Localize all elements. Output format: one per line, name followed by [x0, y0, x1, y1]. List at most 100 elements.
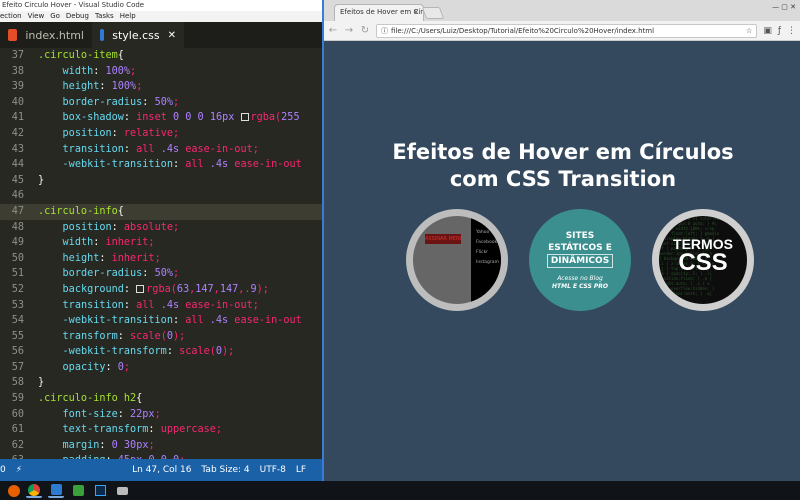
code-line[interactable]: 61 text-transform: uppercase; — [0, 422, 322, 438]
code-line[interactable]: 57 opacity: 0; — [0, 360, 322, 376]
code-text: } — [38, 174, 45, 186]
code-line[interactable]: 42 position: relative; — [0, 126, 322, 142]
line-number: 46 — [11, 190, 24, 202]
code-text: } — [38, 377, 45, 389]
browser-tab-bar: Efeitos de Hover em Círc × — ▢ ✕ — [324, 0, 800, 21]
function-icon[interactable]: ƒ — [778, 26, 781, 36]
code-line[interactable]: 52 background: rgba(63,147,147,.9); — [0, 282, 322, 298]
code-line[interactable]: 59 .circulo-info h2{ — [0, 391, 322, 407]
code-line[interactable]: 49 width: inherit; — [0, 235, 322, 251]
url-text: file:///C:/Users/Luiz/Desktop/Tutorial/E… — [391, 26, 655, 35]
code-line[interactable]: 53 transition: all .4s ease-in-out; — [0, 298, 322, 314]
code-text: border-radius: 50%; — [62, 96, 180, 108]
forward-icon[interactable]: → — [344, 25, 354, 36]
vscode-icon[interactable] — [48, 484, 64, 498]
circle-item-info-hover[interactable]: SITES ESTÁTICOS E DINÂMICOS Acesse no Bl… — [529, 209, 631, 311]
tab-label: style.css — [112, 28, 160, 42]
code-text: opacity: 0; — [62, 361, 131, 373]
circle-subtitle-2[interactable]: HTML E CSS PRO — [529, 283, 631, 290]
line-number: 40 — [11, 96, 24, 108]
status-errors[interactable]: 0 — [0, 465, 6, 475]
page-content: Efeitos de Hover em Círculos com CSS Tra… — [324, 41, 800, 481]
line-number: 52 — [11, 283, 24, 295]
back-icon[interactable]: ← — [328, 25, 338, 36]
code-line[interactable]: 47 .circulo-info{ — [0, 203, 322, 220]
line-number: 62 — [11, 439, 24, 451]
sync-icon[interactable]: ⚡ — [16, 465, 22, 475]
code-line[interactable]: 51 border-radius: 50%; — [0, 266, 322, 282]
browser-tab-title: Efeitos de Hover em Círc — [340, 8, 424, 16]
code-text: position: relative; — [62, 127, 180, 139]
menu-selection[interactable]: ection — [0, 11, 22, 22]
close-icon[interactable]: ✕ — [168, 30, 176, 41]
chrome-icon[interactable] — [26, 483, 42, 498]
taskbar — [0, 481, 800, 500]
browser-tab[interactable]: Efeitos de Hover em Círc × — [334, 4, 424, 21]
extension-icon[interactable]: ▣ — [763, 26, 772, 36]
code-text: position: absolute; — [62, 221, 180, 233]
page-title-line1: Efeitos de Hover em Círculos — [392, 140, 734, 164]
status-cursor-position[interactable]: Ln 47, Col 16 — [132, 465, 191, 475]
code-line[interactable]: 37 .circulo-item{ — [0, 48, 322, 64]
window-title: Efeito Circulo Hover - Visual Studio Cod… — [0, 0, 322, 11]
status-bar: 0 ⚡ Ln 47, Col 16 Tab Size: 4 UTF-8 LF — [0, 459, 322, 481]
status-encoding[interactable]: UTF-8 — [260, 465, 286, 475]
menu-debug[interactable]: Debug — [66, 11, 89, 22]
code-line[interactable]: 44 -webkit-transition: all .4s ease-in-o… — [0, 157, 322, 173]
link-item[interactable]: Flickr — [476, 248, 499, 258]
circle-item-menu[interactable]: ASSINAR MENU Yahoo Facebook Flickr Insta… — [406, 209, 508, 311]
new-tab-button[interactable] — [421, 7, 445, 19]
line-number: 47 — [11, 205, 24, 217]
close-tab-icon[interactable]: × — [413, 5, 419, 20]
firefox-icon[interactable] — [8, 484, 20, 497]
code-editor[interactable]: 37 .circulo-item{38 width: 100%; 39 height… — [0, 48, 322, 469]
code-line[interactable]: 38 width: 100%; — [0, 64, 322, 80]
page-info-icon[interactable]: ⓘ — [381, 25, 388, 37]
menu-help[interactable]: Help — [120, 11, 136, 22]
code-line[interactable]: 48 position: absolute; — [0, 220, 322, 236]
bookmark-star-icon[interactable]: ☆ — [746, 25, 752, 37]
code-line[interactable]: 40 border-radius: 50%; — [0, 95, 322, 111]
circle-image: ASSINAR MENU Yahoo Facebook Flickr Insta… — [413, 216, 501, 304]
line-number: 53 — [11, 299, 24, 311]
reload-icon[interactable]: ↻ — [360, 25, 370, 36]
menu-icon[interactable]: ⋮ — [787, 26, 796, 36]
status-eol[interactable]: LF — [296, 465, 306, 475]
html5-icon — [8, 29, 18, 41]
code-line[interactable]: 55 transform: scale(0); — [0, 329, 322, 345]
circle-heading-line3: DINÂMICOS — [550, 256, 610, 266]
tab-index-html[interactable]: index.html — [0, 22, 92, 48]
address-bar[interactable]: ⓘ file:///C:/Users/Luiz/Desktop/Tutorial… — [376, 23, 758, 38]
link-item[interactable]: Instagram — [476, 258, 499, 268]
code-line[interactable]: 41 box-shadow: inset 0 0 0 16px rgba(255 — [0, 110, 322, 126]
code-text: margin: 0 30px; — [62, 439, 155, 451]
line-number: 41 — [11, 112, 24, 124]
promo-button[interactable]: ASSINAR MENU — [425, 234, 461, 244]
menu-tasks[interactable]: Tasks — [95, 11, 114, 22]
link-item[interactable]: Facebook — [476, 238, 499, 248]
menu-go[interactable]: Go — [50, 11, 60, 22]
code-line[interactable]: 43 transition: all .4s ease-in-out; — [0, 142, 322, 158]
photoshop-icon[interactable] — [92, 484, 108, 498]
circle-item-css[interactable]: <div class="a">{ color:#0f0; } .b { marg… — [652, 209, 754, 311]
code-line[interactable]: 58} — [0, 375, 322, 391]
code-line[interactable]: 60 font-size: 22px; — [0, 407, 322, 423]
code-text: text-transform: uppercase; — [62, 424, 223, 436]
code-line[interactable]: 45} — [0, 173, 322, 189]
tab-style-css[interactable]: style.css ✕ — [92, 22, 184, 48]
code-line[interactable]: 39 height: 100%; — [0, 79, 322, 95]
link-item[interactable]: Yahoo — [476, 228, 499, 238]
circle-title-line2: CSS — [678, 249, 728, 276]
status-tab-size[interactable]: Tab Size: 4 — [201, 465, 249, 475]
app-icon[interactable] — [114, 484, 130, 498]
code-line[interactable]: 46 — [0, 188, 322, 204]
window-controls[interactable]: — ▢ ✕ — [772, 3, 796, 11]
camtasia-icon[interactable] — [70, 484, 86, 498]
line-number: 42 — [11, 127, 24, 139]
code-line[interactable]: 56 -webkit-transform: scale(0); — [0, 344, 322, 360]
code-line[interactable]: 50 height: inherit; — [0, 251, 322, 267]
menu-view[interactable]: View — [28, 11, 45, 22]
code-line[interactable]: 62 margin: 0 30px; — [0, 438, 322, 454]
code-line[interactable]: 54 -webkit-transition: all .4s ease-in-o… — [0, 313, 322, 329]
code-text: -webkit-transition: all .4s ease-in-out — [62, 159, 302, 171]
